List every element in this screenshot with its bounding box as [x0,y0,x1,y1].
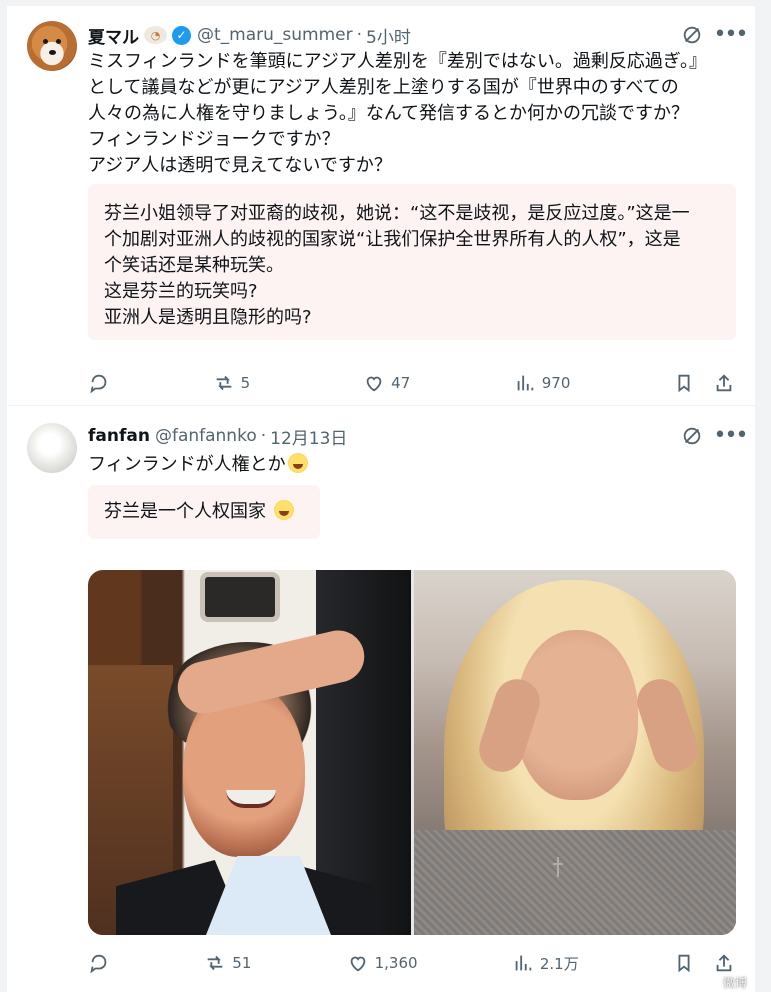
translation-text: 芬兰是一个人权国家 [104,501,266,522]
views-button[interactable]: 970 [514,372,571,394]
author-handle[interactable]: @fanfannko [155,426,257,446]
views-icon [515,955,532,971]
like-button[interactable]: 47 [363,372,411,394]
man-shirt-shape [206,856,331,935]
grok-icon[interactable] [679,423,705,449]
right-actions [673,372,735,394]
author-name[interactable]: fanfan [88,426,150,446]
repost-button[interactable]: 5 [213,372,261,394]
views-button[interactable]: 2.1万 [512,952,579,974]
author-handle[interactable]: @t_maru_summer [197,25,353,45]
more-icon[interactable]: ••• [714,423,749,449]
repost-count: 51 [232,954,252,972]
bookmark-icon [678,374,690,393]
avatar-fanfan[interactable] [27,423,77,473]
necklace-cross-shape [552,857,563,877]
reply-icon [90,954,107,974]
header-actions: ••• [679,423,749,449]
post-actions: 51 1,360 2.1万 [88,946,735,980]
repost-icon [207,955,223,971]
header-actions: ••• [679,22,749,48]
photo-man-smiling[interactable] [88,570,411,935]
bookmark-button[interactable] [673,372,695,394]
bookmark-icon [678,954,690,973]
more-icon[interactable]: ••• [714,22,749,48]
bookmark-button[interactable] [673,952,695,974]
reply-icon [90,374,107,394]
repost-icon [216,375,231,391]
grok-icon[interactable] [679,22,705,48]
translation-box: 芬兰是一个人权国家 [88,485,320,539]
wall-sign-shape [200,572,280,622]
woman-sweater-shape [413,830,736,935]
verified-icon: ✓ [172,25,191,45]
photo-woman-smiling[interactable] [413,570,736,935]
avatar-natsu-maru[interactable] [27,21,77,71]
post-header: fanfan @fanfannko · 12月13日 ••• [88,423,749,449]
views-icon [517,375,533,391]
laughing-emoji-icon [287,453,308,473]
views-count: 2.1万 [539,954,579,973]
post-text: ミスフィンランドを筆頭にアジア人差別を『差別ではない。過剰反応過ぎ。』 として議… [88,51,708,176]
photo-grid[interactable] [88,570,736,935]
profile-badge-icon: ◔ [144,26,167,44]
translation-box: 芬兰小姐领导了对亚裔的歧视，她说：“这不是歧视，是反应过度。”这是一 个加剧对亚… [88,184,736,340]
share-icon [716,374,732,392]
reply-button[interactable] [88,372,110,394]
separator-dot: · [260,426,267,446]
like-count: 1,360 [374,954,418,972]
post-time[interactable]: 12月13日 [270,424,347,449]
share-button[interactable] [713,372,735,394]
post-time[interactable]: 5小时 [366,23,411,48]
right-actions [673,952,735,974]
watermark-text: 微博 [722,976,747,990]
post-text-content: フィンランドが人権とか [88,454,286,475]
separator-dot: · [356,25,363,45]
post-text: フィンランドが人権とか [88,452,743,478]
laughing-emoji-icon [273,500,294,520]
like-icon [366,376,382,392]
like-icon [350,956,365,972]
views-count: 970 [541,374,571,392]
post-fanfan[interactable]: fanfan @fanfannko · 12月13日 ••• フィンランドが人権… [7,407,755,992]
timeline-frame: 夏マル ◔ ✓ @t_maru_summer · 5小时 ••• ミスフィンラン… [6,6,756,992]
share-icon [716,954,732,972]
share-button[interactable] [713,952,735,974]
repost-button[interactable]: 51 [204,952,252,974]
reply-button[interactable] [88,952,110,974]
post-natsu-maru[interactable]: 夏マル ◔ ✓ @t_maru_summer · 5小时 ••• ミスフィンラン… [7,6,755,406]
like-button[interactable]: 1,360 [347,952,418,974]
like-count: 47 [391,374,411,392]
author-name[interactable]: 夏マル [88,23,139,48]
repost-count: 5 [240,374,251,392]
post-header: 夏マル ◔ ✓ @t_maru_summer · 5小时 ••• [88,22,749,48]
post-actions: 5 47 970 [88,366,735,400]
